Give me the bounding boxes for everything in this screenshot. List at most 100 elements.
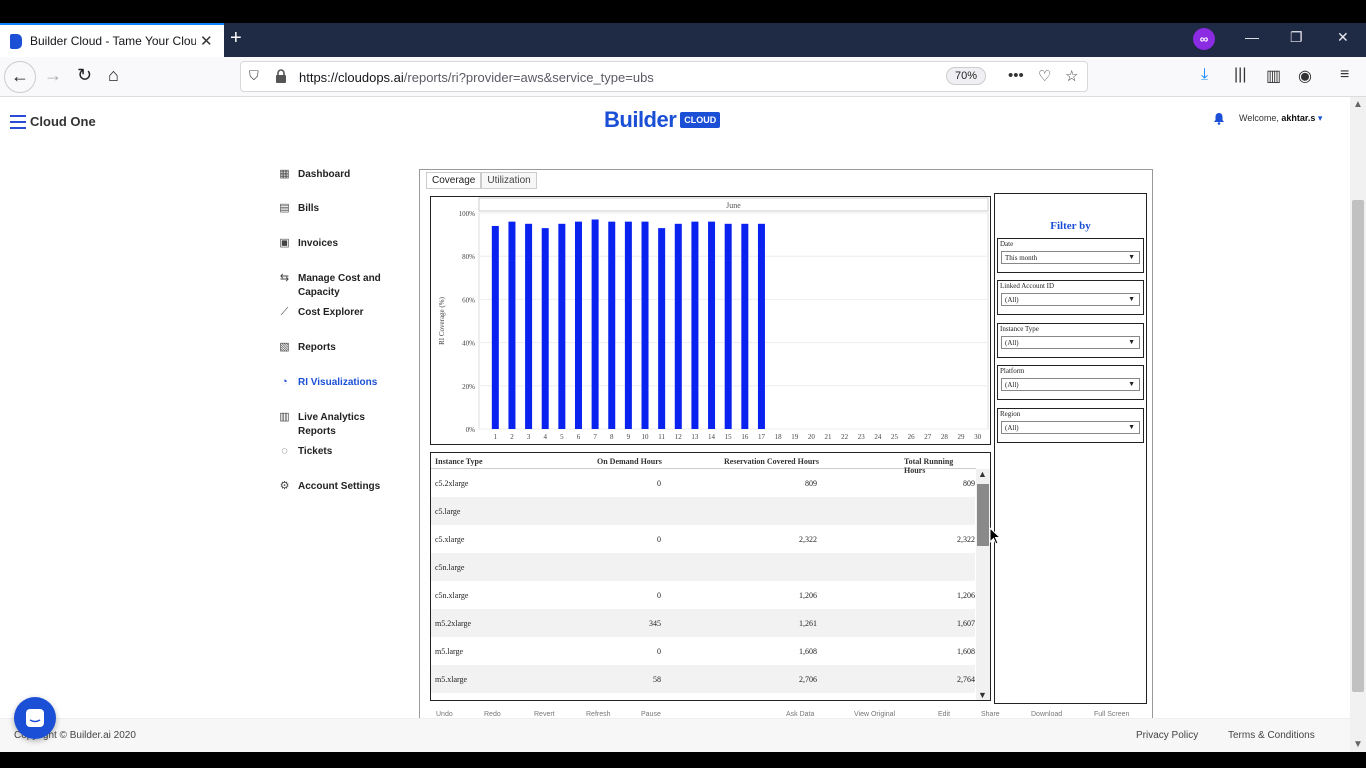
page-scroll-up-icon[interactable]: ▲ [1353, 99, 1363, 110]
toolbar-button[interactable]: Download [1031, 711, 1062, 718]
sidebar-item-label: Dashboard [298, 169, 351, 180]
sidebar-item[interactable]: ⇆ Manage Cost and Capacity [277, 272, 398, 300]
tracking-shield-icon[interactable]: ⛉ [249, 68, 259, 84]
table-row[interactable]: m5.large 0 1,608 1,608 [431, 637, 975, 665]
browser-tab[interactable]: Builder Cloud - Tame Your Clou ✕ [0, 23, 224, 57]
table-row[interactable]: c5.large [431, 497, 975, 525]
sidebar-item-label: RI Visualizations [298, 377, 378, 388]
toolbar-button[interactable]: Full Screen [1094, 711, 1129, 718]
y-tick-label: 20% [462, 383, 475, 391]
home-icon[interactable]: ⌂ [108, 65, 119, 86]
notification-bell-icon[interactable] [1213, 112, 1225, 125]
toolbar-button[interactable]: Edit [938, 711, 950, 718]
close-window-icon[interactable]: ✕ [1337, 29, 1349, 46]
minimize-icon[interactable]: — [1245, 29, 1259, 45]
terms-link[interactable]: Terms & Conditions [1228, 730, 1315, 741]
privacy-policy-link[interactable]: Privacy Policy [1136, 730, 1198, 741]
sidebar-item[interactable]: ◌ Tickets [277, 445, 398, 459]
url-bar[interactable]: ⛉ https://cloudops.ai/reports/ri?provide… [240, 61, 1088, 92]
welcome-user-menu[interactable]: Welcome, akhtar.s ▾ [1239, 113, 1322, 124]
lock-icon [276, 69, 286, 83]
col-on-demand-hours[interactable]: On Demand Hours [597, 457, 662, 466]
toolbar-button[interactable]: Redo [484, 711, 501, 718]
logo-word: Builder [604, 107, 677, 132]
url-text[interactable]: https://cloudops.ai/reports/ri?provider=… [299, 70, 654, 85]
table-row[interactable]: m5.2xlarge 345 1,261 1,607 [431, 609, 975, 637]
table-row[interactable]: c5.xlarge 0 2,322 2,322 [431, 525, 975, 553]
pocket-icon[interactable]: ♡ [1038, 67, 1051, 85]
table-scrollbar[interactable]: ▲ ▼ [976, 469, 990, 700]
sidebar-item[interactable]: ▥ Live Analytics Reports [277, 411, 398, 439]
filter-dropdown[interactable]: (All) ▼ [1001, 293, 1140, 306]
x-tick-label: 13 [691, 433, 699, 441]
table-row[interactable]: m5.xlarge 58 2,706 2,764 [431, 665, 975, 693]
filter-dropdown[interactable]: (All) ▼ [1001, 421, 1140, 434]
trend-icon: ⟋ [280, 306, 289, 318]
chat-launcher-button[interactable] [14, 697, 56, 739]
toolbar-button[interactable]: Ask Data [786, 711, 814, 718]
downloads-icon[interactable]: ⤓ [1201, 66, 1208, 84]
reload-icon[interactable]: ↻ [77, 65, 92, 86]
toolbar-button[interactable]: Pause [641, 711, 661, 718]
toolbar-button[interactable]: Refresh [586, 711, 611, 718]
account-icon[interactable]: ◉ [1298, 66, 1312, 86]
tab-coverage[interactable]: Coverage [426, 172, 482, 189]
toolbar-button[interactable]: View Original [854, 711, 895, 718]
filter-dropdown[interactable]: (All) ▼ [1001, 336, 1140, 349]
tab-utilization[interactable]: Utilization [481, 172, 537, 189]
col-reservation-covered-hours[interactable]: Reservation Covered Hours [724, 457, 819, 466]
table-cell: 1,608 [957, 647, 975, 656]
sidebar-item[interactable]: ⚙ Account Settings [277, 480, 398, 494]
toolbar-button[interactable]: Revert [534, 711, 555, 718]
hamburger-menu-icon[interactable] [10, 115, 26, 133]
sidebar-item[interactable]: ⟋ Cost Explorer [277, 306, 398, 320]
zoom-level[interactable]: 70% [946, 67, 987, 85]
x-tick-label: 25 [891, 433, 899, 441]
back-icon[interactable]: ← [4, 61, 36, 93]
table-cell: 809 [805, 479, 817, 488]
builder-cloud-logo[interactable]: Builder CLOUD [604, 107, 721, 133]
restore-icon[interactable]: ❐ [1290, 29, 1303, 46]
sidebar-item-label: Cost Explorer [298, 307, 364, 318]
brand-name[interactable]: Cloud One [30, 114, 96, 129]
chart-bar [541, 228, 549, 429]
bookmark-star-icon[interactable]: ☆ [1065, 67, 1078, 85]
sidebar-item[interactable]: ▤ Bills [277, 202, 398, 216]
page-scroll-down-icon[interactable]: ▼ [1353, 739, 1363, 750]
table-row[interactable]: c5.2xlarge 0 809 809 [431, 469, 975, 497]
sidebar-item[interactable]: ▦ Dashboard [277, 168, 398, 182]
scroll-down-icon[interactable]: ▼ [978, 690, 987, 700]
new-tab-icon[interactable]: + [230, 27, 242, 50]
filter-dropdown[interactable]: This month ▼ [1001, 251, 1140, 264]
dropdown-arrow-icon: ▼ [1128, 423, 1135, 431]
web-page: Cloud One Builder CLOUD Welcome, akhtar.… [0, 97, 1366, 752]
chart-bar [741, 223, 749, 429]
table-scroll-thumb[interactable] [977, 484, 989, 546]
table-row[interactable]: c5n.large [431, 553, 975, 581]
toolbar-button[interactable]: Undo [436, 711, 453, 718]
page-actions-icon[interactable]: ••• [1008, 67, 1024, 84]
report-viz-frame: Coverage Utilization June 0% 20% 40% 60% 80% 1… [419, 169, 1153, 719]
page-scroll-thumb[interactable] [1352, 200, 1364, 692]
page-scrollbar[interactable]: ▲ ▼ [1350, 97, 1366, 752]
toolbar-button[interactable]: Share [981, 711, 1000, 718]
sidebar-item[interactable]: ▧ Reports [277, 341, 398, 355]
filter-dropdown[interactable]: (All) ▼ [1001, 378, 1140, 391]
table-cell: 0 [657, 535, 661, 544]
table-row[interactable]: c5n.xlarge 0 1,206 1,206 [431, 581, 975, 609]
menu-icon[interactable]: ≡ [1340, 66, 1349, 84]
library-icon[interactable]: ||| [1234, 66, 1246, 84]
close-tab-icon[interactable]: ✕ [200, 32, 213, 50]
private-mask-icon[interactable]: ∞ [1193, 28, 1215, 50]
sidebar-item-label: Tickets [298, 446, 333, 457]
forward-icon[interactable]: → [44, 65, 62, 86]
chart-bar [491, 225, 499, 429]
sidebar-toggle-icon[interactable]: ▥ [1266, 66, 1281, 86]
sidebar-item[interactable]: ▣ Invoices [277, 237, 398, 251]
sidebar-item[interactable]: ◔ RI Visualizations [277, 376, 398, 390]
scroll-up-icon[interactable]: ▲ [978, 469, 987, 479]
col-instance-type[interactable]: Instance Type [435, 457, 483, 466]
filter-group: Linked Account ID (All) ▼ [997, 280, 1144, 315]
coverage-chart-svg: June0%20%40%60%80%100%RI Coverage (%)1 2 3… [438, 197, 989, 441]
table-cell: 2,322 [799, 535, 817, 544]
